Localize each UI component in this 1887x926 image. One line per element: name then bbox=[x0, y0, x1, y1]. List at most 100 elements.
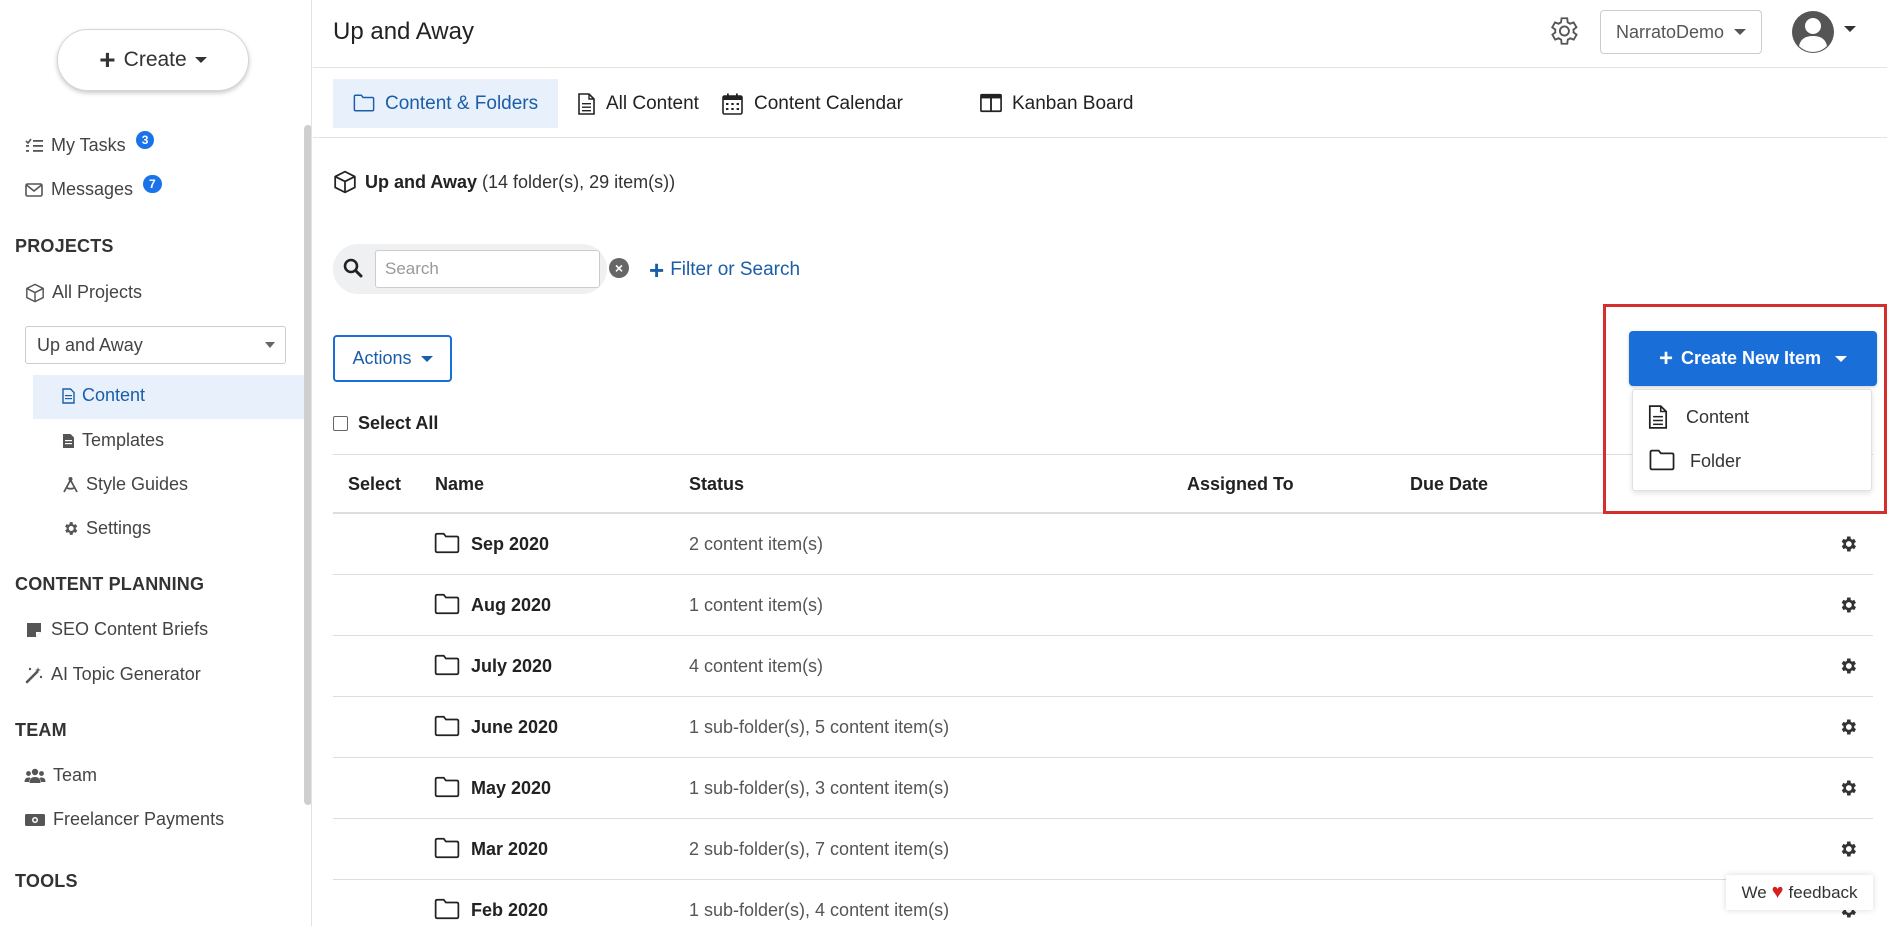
create-new-item-menu: Content Folder bbox=[1632, 389, 1872, 491]
row-settings-gear-icon[interactable] bbox=[1838, 595, 1858, 615]
tab-kanban-board[interactable]: Kanban Board bbox=[960, 79, 1154, 128]
document-icon bbox=[578, 92, 596, 115]
sidebar-item-label: Team bbox=[53, 765, 98, 785]
top-bar: Up and Away NarratoDemo bbox=[313, 0, 1887, 68]
column-header-due-date[interactable]: Due Date bbox=[1410, 474, 1488, 495]
tab-content-calendar[interactable]: Content Calendar bbox=[702, 79, 923, 128]
search-input[interactable] bbox=[375, 250, 600, 288]
folder-name[interactable]: July 2020 bbox=[471, 656, 552, 677]
tab-label: All Content bbox=[606, 92, 699, 114]
table-row[interactable]: July 2020 4 content item(s) bbox=[333, 636, 1873, 697]
folder-name[interactable]: May 2020 bbox=[471, 778, 551, 799]
user-avatar[interactable] bbox=[1791, 10, 1835, 54]
tools-section-title: TOOLS bbox=[15, 871, 78, 891]
sidebar-item-team[interactable]: Team bbox=[24, 765, 97, 786]
feedback-prefix: We bbox=[1741, 882, 1767, 902]
caret-down-icon bbox=[194, 57, 207, 63]
column-header-select: Select bbox=[348, 474, 402, 494]
project-summary: Up and Away (14 folder(s), 29 item(s)) bbox=[333, 170, 675, 194]
folder-status: 2 sub-folder(s), 7 content item(s) bbox=[689, 839, 950, 859]
create-new-item-label: Create New Item bbox=[1680, 348, 1822, 368]
folder-name[interactable]: Aug 2020 bbox=[471, 595, 551, 616]
menu-item-content[interactable]: Content bbox=[1648, 405, 1749, 429]
row-settings-gear-icon[interactable] bbox=[1838, 534, 1858, 554]
column-header-name[interactable]: Name bbox=[435, 474, 484, 495]
projects-section-title: PROJECTS bbox=[15, 236, 114, 256]
sidebar-item-ai-topic-generator[interactable]: AI Topic Generator bbox=[24, 664, 201, 685]
create-new-item-button[interactable]: + Create New Item bbox=[1629, 331, 1877, 386]
folder-icon bbox=[434, 715, 460, 737]
feedback-label: feedback bbox=[1788, 882, 1858, 902]
table-row[interactable]: Aug 2020 1 content item(s) bbox=[333, 575, 1873, 636]
document-icon bbox=[1648, 405, 1672, 429]
sidebar-item-freelancer-payments[interactable]: Freelancer Payments bbox=[24, 809, 224, 830]
template-icon bbox=[61, 431, 75, 451]
column-header-status[interactable]: Status bbox=[689, 474, 744, 495]
content-planning-section-title: CONTENT PLANNING bbox=[15, 574, 205, 594]
sidebar-item-seo-briefs[interactable]: SEO Content Briefs bbox=[24, 619, 208, 640]
caret-down-icon bbox=[1835, 355, 1848, 362]
sidebar-item-label: Templates bbox=[82, 430, 165, 450]
table-row[interactable]: Feb 2020 1 sub-folder(s), 4 content item… bbox=[333, 880, 1873, 926]
settings-gear-icon[interactable] bbox=[1546, 14, 1580, 48]
row-settings-gear-icon[interactable] bbox=[1838, 656, 1858, 676]
sidebar-item-label: Settings bbox=[86, 518, 152, 538]
content-table: Select Name Status Assigned To Due Date … bbox=[333, 454, 1873, 926]
folder-name[interactable]: June 2020 bbox=[471, 717, 558, 738]
sidebar-item-settings[interactable]: Settings bbox=[61, 518, 151, 539]
tab-content-folders[interactable]: Content & Folders bbox=[333, 79, 559, 128]
sidebar-scrollbar[interactable] bbox=[304, 125, 311, 805]
folder-name[interactable]: Mar 2020 bbox=[471, 839, 548, 860]
folder-icon bbox=[1648, 449, 1676, 473]
envelope-icon bbox=[24, 180, 44, 200]
table-row[interactable]: May 2020 1 sub-folder(s), 3 content item… bbox=[333, 758, 1873, 819]
kanban-icon bbox=[980, 93, 1002, 115]
filter-or-search-link[interactable]: + Filter or Search bbox=[649, 257, 800, 283]
menu-item-folder[interactable]: Folder bbox=[1648, 449, 1741, 473]
account-name: NarratoDemo bbox=[1615, 21, 1725, 42]
clear-search-icon[interactable]: × bbox=[609, 258, 629, 278]
filter-label: Filter or Search bbox=[670, 259, 801, 280]
table-row[interactable]: June 2020 1 sub-folder(s), 5 content ite… bbox=[333, 697, 1873, 758]
folder-status: 1 content item(s) bbox=[689, 595, 824, 615]
folder-status: 2 content item(s) bbox=[689, 534, 824, 554]
magic-wand-icon bbox=[24, 665, 44, 685]
row-settings-gear-icon[interactable] bbox=[1838, 778, 1858, 798]
select-all[interactable]: Select All bbox=[333, 413, 438, 434]
sidebar-item-label: SEO Content Briefs bbox=[51, 619, 209, 639]
project-select[interactable]: Up and Away bbox=[25, 326, 286, 364]
sidebar-item-templates[interactable]: Templates bbox=[61, 430, 164, 451]
row-settings-gear-icon[interactable] bbox=[1838, 717, 1858, 737]
column-header-assigned-to[interactable]: Assigned To bbox=[1187, 474, 1294, 495]
feedback-widget[interactable]: We ♥ feedback bbox=[1726, 875, 1873, 910]
search-bar bbox=[333, 244, 607, 294]
folder-status: 1 sub-folder(s), 4 content item(s) bbox=[689, 900, 950, 920]
sidebar-item-label: Content bbox=[82, 385, 146, 405]
folder-name[interactable]: Sep 2020 bbox=[471, 534, 549, 555]
create-button[interactable]: + Create bbox=[57, 29, 249, 91]
folder-status: 1 sub-folder(s), 3 content item(s) bbox=[689, 778, 950, 798]
heart-icon: ♥ bbox=[1771, 881, 1784, 903]
tab-label: Content & Folders bbox=[385, 92, 539, 114]
folder-name[interactable]: Feb 2020 bbox=[471, 900, 548, 921]
sidebar-item-messages[interactable]: Messages 7 bbox=[24, 174, 162, 200]
table-row[interactable]: Mar 2020 2 sub-folder(s), 7 content item… bbox=[333, 819, 1873, 880]
tab-label: Content Calendar bbox=[754, 92, 903, 114]
folder-icon bbox=[434, 593, 460, 615]
account-dropdown[interactable]: NarratoDemo bbox=[1600, 10, 1762, 54]
cube-icon bbox=[25, 283, 45, 303]
tab-label: Kanban Board bbox=[1012, 92, 1134, 114]
sidebar-item-content[interactable]: Content bbox=[61, 385, 145, 406]
sidebar-item-style-guides[interactable]: Style Guides bbox=[61, 474, 188, 495]
sidebar-item-label: Style Guides bbox=[86, 474, 189, 494]
sidebar-item-label: My Tasks bbox=[51, 135, 126, 155]
tab-all-content[interactable]: All Content bbox=[558, 79, 719, 128]
avatar-caret-icon[interactable] bbox=[1844, 26, 1856, 32]
select-all-checkbox[interactable] bbox=[333, 416, 348, 431]
table-row[interactable]: Sep 2020 2 content item(s) bbox=[333, 514, 1873, 575]
row-settings-gear-icon[interactable] bbox=[1838, 839, 1858, 859]
actions-button[interactable]: Actions bbox=[333, 335, 452, 382]
caret-down-icon bbox=[265, 342, 275, 348]
sidebar-item-all-projects[interactable]: All Projects bbox=[25, 282, 142, 303]
sidebar-item-my-tasks[interactable]: My Tasks 3 bbox=[24, 130, 155, 156]
